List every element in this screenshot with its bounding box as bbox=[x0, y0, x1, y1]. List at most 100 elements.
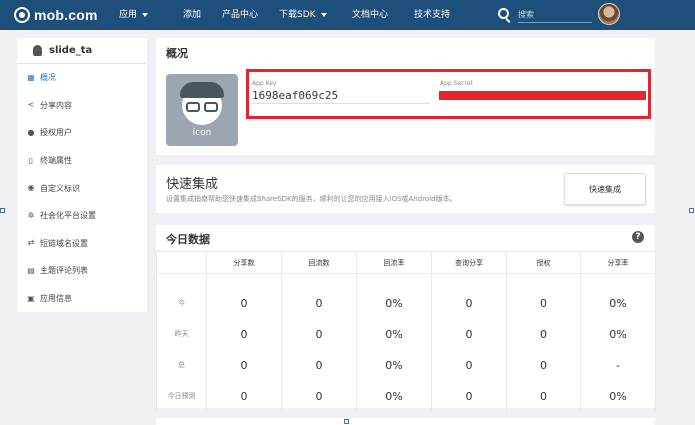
column-header: 分享率 bbox=[580, 251, 656, 274]
table-row: 总 0 0 0% 0 0 - bbox=[156, 349, 656, 381]
table-cell: 0% bbox=[356, 318, 432, 350]
sidebar-item-device-attrs[interactable]: ▯ 终端属性 bbox=[17, 147, 147, 175]
sidebar-item-share-content[interactable]: < 分享内容 bbox=[17, 92, 147, 120]
table-cell: 0 bbox=[506, 380, 581, 412]
share-icon: < bbox=[27, 100, 35, 110]
app-key-label: App Key bbox=[252, 80, 277, 87]
column-header bbox=[156, 251, 207, 274]
table-cell: 0% bbox=[356, 380, 432, 412]
table-cell: 0 bbox=[206, 273, 282, 319]
nav-add[interactable]: 添加 bbox=[183, 0, 201, 30]
quick-integration-title: 快速集成 bbox=[166, 177, 219, 192]
table-cell: 0 bbox=[281, 349, 357, 381]
column-header: 查询分享 bbox=[431, 251, 507, 274]
avatar[interactable] bbox=[598, 3, 620, 25]
table-row: 今日预测 0 0 0% 0 0 0% bbox=[156, 380, 656, 412]
nav-support[interactable]: 技术支持 bbox=[414, 0, 450, 30]
sidebar-item-label: 短链域名设置 bbox=[40, 238, 88, 248]
help-icon[interactable]: ? bbox=[632, 231, 644, 243]
grid-icon: ▦ bbox=[27, 72, 35, 82]
nav-download-sdk[interactable]: 下载SDK bbox=[279, 0, 327, 30]
resize-handle[interactable] bbox=[689, 208, 694, 213]
table-cell: 0 bbox=[431, 380, 507, 412]
app-icon: icon bbox=[166, 74, 238, 146]
logo-text: mob.com bbox=[34, 7, 98, 23]
link-icon: ⇄ bbox=[27, 238, 35, 248]
app-secret-label: App Secret bbox=[440, 80, 473, 87]
column-header: 授权 bbox=[506, 251, 581, 274]
sidebar-item-label: 主题评论列表 bbox=[40, 266, 88, 276]
table-cell: - bbox=[580, 349, 656, 381]
today-data-table: 分享数 回流数 回流率 查询分享 授权 分享率 今 0 0 0% 0 0 0% … bbox=[156, 251, 656, 412]
table-cell: 0 bbox=[506, 273, 581, 319]
top-nav-bar: mob.com 应用 添加 产品中心 下载SDK 文档中心 技术支持 bbox=[0, 0, 695, 30]
quick-integration-card: 快速集成 设置集成指南帮助您快速集成ShareSDK的服务，顺利的让您的应用接入… bbox=[156, 165, 655, 213]
nav-product-center[interactable]: 产品中心 bbox=[222, 0, 258, 30]
nav-download-sdk-label: 下载SDK bbox=[279, 10, 316, 20]
sidebar-item-label: 自定义标识 bbox=[40, 183, 80, 193]
user-icon: ● bbox=[27, 127, 35, 137]
table-cell: 0 bbox=[206, 380, 282, 412]
row-label: 今日预测 bbox=[156, 380, 207, 412]
overview-title: 概况 bbox=[166, 47, 188, 60]
sidebar-item-app-info[interactable]: ▣ 应用信息 bbox=[17, 285, 147, 313]
search-icon[interactable] bbox=[498, 8, 509, 19]
table-cell: 0% bbox=[580, 380, 656, 412]
sidebar-item-label: 授权用户 bbox=[40, 128, 72, 138]
table-cell: 0 bbox=[206, 318, 282, 350]
sidebar-item-social-settings[interactable]: ✲ 社会化平台设置 bbox=[17, 202, 147, 230]
sidebar-item-label: 社会化平台设置 bbox=[40, 211, 96, 221]
today-data-card: 今日数据 ? 分享数 回流数 回流率 查询分享 授权 分享率 今 0 0 0% … bbox=[156, 225, 656, 412]
column-header: 回流数 bbox=[281, 251, 357, 274]
table-cell: 0% bbox=[356, 273, 432, 319]
sidebar-item-auth-users[interactable]: ● 授权用户 bbox=[17, 119, 147, 147]
app-key-value[interactable]: 1698eaf069c25 bbox=[252, 89, 338, 102]
table-cell: 0 bbox=[431, 318, 507, 350]
table-row: 昨天 0 0 0% 0 0 0% bbox=[156, 318, 656, 350]
resize-handle[interactable] bbox=[344, 419, 349, 424]
next-card-partial bbox=[156, 418, 655, 425]
sidebar-item-comments[interactable]: ▤ 主题评论列表 bbox=[17, 257, 147, 285]
resize-handle[interactable] bbox=[0, 208, 5, 213]
table-cell: 0% bbox=[580, 318, 656, 350]
sidebar-item-label: 分享内容 bbox=[40, 100, 72, 110]
sidebar-item-custom-tags[interactable]: ◉ 自定义标识 bbox=[17, 174, 147, 202]
table-cell: 0% bbox=[580, 273, 656, 319]
column-header: 回流率 bbox=[356, 251, 432, 274]
sidebar-item-label: 终端属性 bbox=[40, 156, 72, 166]
info-icon: ▣ bbox=[27, 293, 35, 303]
app-keys-highlight: App Key 1698eaf069c25 App Secret bbox=[246, 69, 651, 119]
table-cell: 0 bbox=[281, 318, 357, 350]
search-input[interactable] bbox=[518, 6, 592, 23]
android-icon bbox=[32, 44, 43, 57]
nav-apps-label: 应用 bbox=[119, 10, 138, 20]
mob-logo-icon bbox=[14, 7, 30, 23]
sidebar-item-label: 概况 bbox=[40, 73, 56, 83]
app-key-underline bbox=[252, 103, 430, 104]
column-header: 分享数 bbox=[206, 251, 282, 274]
sidebar-item-label: 应用信息 bbox=[40, 294, 72, 304]
app-name: slide_ta bbox=[49, 45, 93, 56]
comment-icon: ▤ bbox=[27, 265, 35, 275]
sidebar-header: slide_ta bbox=[17, 38, 147, 64]
nav-docs[interactable]: 文档中心 bbox=[352, 0, 388, 30]
app-secret-redacted bbox=[439, 91, 646, 100]
pin-icon: ◉ bbox=[27, 183, 35, 193]
gear-icon: ✲ bbox=[27, 210, 35, 220]
nav-apps[interactable]: 应用 bbox=[119, 0, 149, 30]
quick-integration-desc: 设置集成指南帮助您快速集成ShareSDK的服务，顺利的让您的应用接入iOS或A… bbox=[166, 195, 457, 203]
table-cell: 0 bbox=[431, 273, 507, 319]
mob-logo[interactable]: mob.com bbox=[14, 7, 98, 23]
row-label: 总 bbox=[156, 349, 207, 381]
table-cell: 0 bbox=[206, 349, 282, 381]
sidebar: slide_ta ▦ 概况 < 分享内容 ● 授权用户 ▯ 终端属性 ◉ 自定义标识 ✲ 社… bbox=[17, 38, 147, 312]
table-cell: 0 bbox=[506, 318, 581, 350]
sidebar-item-short-link[interactable]: ⇄ 短链域名设置 bbox=[17, 230, 147, 258]
row-label: 今 bbox=[156, 273, 207, 319]
app-icon-label: icon bbox=[192, 128, 212, 138]
chevron-down-icon bbox=[320, 12, 327, 17]
chevron-down-icon bbox=[142, 12, 149, 17]
quick-integration-button[interactable]: 快速集成 bbox=[564, 173, 646, 205]
sidebar-item-overview[interactable]: ▦ 概况 bbox=[17, 64, 147, 92]
table-cell: 0 bbox=[281, 380, 357, 412]
